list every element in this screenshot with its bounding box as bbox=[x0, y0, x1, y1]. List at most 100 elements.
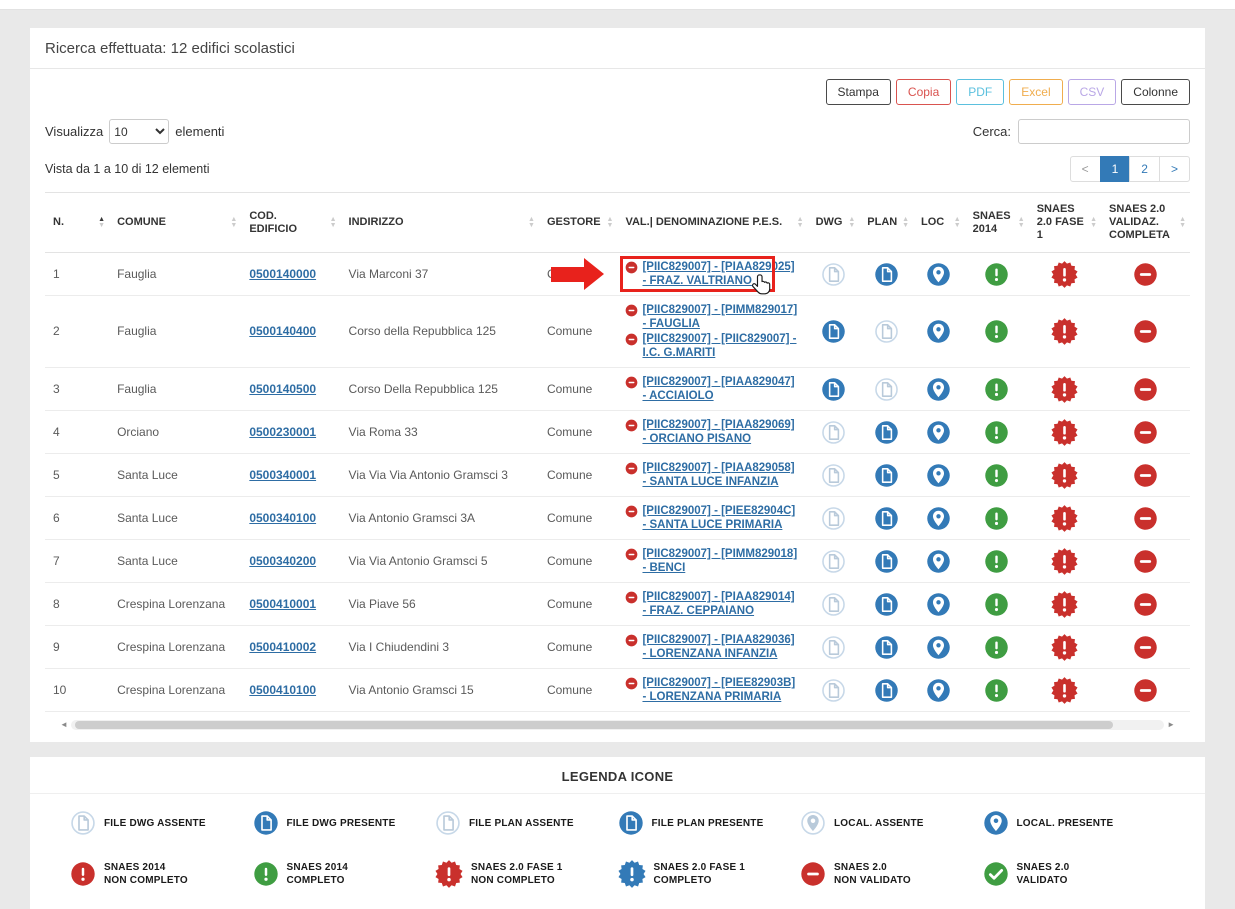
col-header-loc[interactable]: LOC▲▼ bbox=[913, 193, 965, 253]
pes-link[interactable]: [PIIC829007] - [PIEE82904C] - SANTA LUCE… bbox=[642, 504, 799, 532]
plan-file-icon[interactable] bbox=[874, 682, 899, 696]
cell-comune: Crespina Lorenzana bbox=[109, 626, 241, 669]
location-pin-icon[interactable] bbox=[926, 596, 951, 610]
cell-plan bbox=[859, 540, 913, 583]
plan-file-icon[interactable] bbox=[874, 553, 899, 567]
pes-link[interactable]: [PIIC829007] - [PIAA829036] - LORENZANA … bbox=[642, 633, 799, 661]
col-header-n[interactable]: N.▲▼ bbox=[45, 193, 109, 253]
pes-entry: [PIIC829007] - [PIMM829018] - BENCI bbox=[625, 547, 799, 575]
dwg-file-icon[interactable] bbox=[821, 324, 846, 338]
pes-link[interactable]: [PIIC829007] - [PIMM829018] - BENCI bbox=[642, 547, 799, 575]
col-header-snaes-20-fase1[interactable]: SNAES 2.0 FASE 1▲▼ bbox=[1029, 193, 1101, 253]
pes-link[interactable]: [PIIC829007] - [PIIC829007] - I.C. G.MAR… bbox=[642, 332, 799, 360]
cell-snaes-20-fase1 bbox=[1029, 540, 1101, 583]
cell-denominazione: [PIIC829007] - [PIMM829017] - FAUGLIA[PI… bbox=[617, 296, 807, 368]
cell-n: 9 bbox=[45, 626, 109, 669]
cell-n: 7 bbox=[45, 540, 109, 583]
cell-comune: Crespina Lorenzana bbox=[109, 583, 241, 626]
file-present-icon bbox=[618, 810, 644, 836]
cell-snaes-20-validaz bbox=[1101, 497, 1190, 540]
col-header-gestore[interactable]: GESTORE▲▼ bbox=[539, 193, 618, 253]
location-pin-icon[interactable] bbox=[926, 266, 951, 280]
cod-edificio-link[interactable]: 0500140000 bbox=[249, 267, 316, 281]
plan-file-icon[interactable] bbox=[874, 639, 899, 653]
location-pin-icon[interactable] bbox=[926, 424, 951, 438]
col-header-cod-edificio[interactable]: COD. EDIFICIO▲▼ bbox=[241, 193, 340, 253]
not-validated-minus-icon bbox=[625, 634, 638, 647]
cell-n: 8 bbox=[45, 583, 109, 626]
location-pin-icon[interactable] bbox=[926, 324, 951, 338]
cell-snaes-20-validaz bbox=[1101, 626, 1190, 669]
location-pin-icon[interactable] bbox=[926, 381, 951, 395]
cod-edificio-link[interactable]: 0500340100 bbox=[249, 511, 316, 525]
cell-indirizzo: Via Marconi 37 bbox=[341, 253, 539, 296]
col-header-denominazione[interactable]: VAL.| DENOMINAZIONE P.E.S.▲▼ bbox=[617, 193, 807, 253]
pagination-next[interactable]: > bbox=[1159, 156, 1190, 182]
plan-file-icon[interactable] bbox=[874, 467, 899, 481]
sort-icon: ▲▼ bbox=[330, 217, 337, 229]
cod-edificio-link[interactable]: 0500410002 bbox=[249, 640, 316, 654]
location-pin-icon[interactable] bbox=[926, 510, 951, 524]
cod-edificio-link[interactable]: 0500410100 bbox=[249, 683, 316, 697]
pes-link[interactable]: [PIIC829007] - [PIAA829014] - FRAZ. CEPP… bbox=[642, 590, 799, 618]
csv-button[interactable]: CSV bbox=[1068, 79, 1117, 105]
cell-n: 3 bbox=[45, 368, 109, 411]
location-pin-icon[interactable] bbox=[926, 639, 951, 653]
cell-dwg bbox=[808, 626, 860, 669]
location-pin-icon[interactable] bbox=[926, 682, 951, 696]
print-button[interactable]: Stampa bbox=[826, 79, 891, 105]
cell-dwg bbox=[808, 368, 860, 411]
cod-edificio-link[interactable]: 0500340200 bbox=[249, 554, 316, 568]
scrollbar-thumb[interactable] bbox=[75, 721, 1113, 729]
cell-gestore: Comune bbox=[539, 368, 618, 411]
horizontal-scrollbar[interactable]: ◄ ► bbox=[60, 718, 1175, 732]
pagination-page-1[interactable]: 1 bbox=[1100, 156, 1131, 182]
plan-file-icon[interactable] bbox=[874, 510, 899, 524]
excel-button[interactable]: Excel bbox=[1009, 79, 1062, 105]
dwg-file-icon bbox=[821, 596, 846, 610]
page-length-select[interactable]: 10 bbox=[109, 119, 169, 144]
cell-gestore: Comune bbox=[539, 497, 618, 540]
snaes-2014-status-icon bbox=[984, 381, 1009, 395]
scrollbar-track[interactable] bbox=[71, 720, 1164, 730]
pdf-button[interactable]: PDF bbox=[956, 79, 1004, 105]
col-header-indirizzo[interactable]: INDIRIZZO▲▼ bbox=[341, 193, 539, 253]
scroll-right-icon[interactable]: ► bbox=[1167, 721, 1175, 729]
search-input[interactable] bbox=[1018, 119, 1190, 144]
col-header-dwg[interactable]: DWG▲▼ bbox=[808, 193, 860, 253]
dwg-file-icon[interactable] bbox=[821, 381, 846, 395]
cell-snaes-20-fase1 bbox=[1029, 626, 1101, 669]
pes-link[interactable]: [PIIC829007] - [PIMM829017] - FAUGLIA bbox=[642, 303, 799, 331]
not-validated-minus-icon bbox=[625, 591, 638, 604]
col-header-plan[interactable]: PLAN▲▼ bbox=[859, 193, 913, 253]
copy-button[interactable]: Copia bbox=[896, 79, 951, 105]
plan-file-icon[interactable] bbox=[874, 266, 899, 280]
col-header-snaes-2014[interactable]: SNAES 2014▲▼ bbox=[965, 193, 1029, 253]
location-pin-icon[interactable] bbox=[926, 467, 951, 481]
cell-comune: Santa Luce bbox=[109, 454, 241, 497]
cod-edificio-link[interactable]: 0500410001 bbox=[249, 597, 316, 611]
col-header-snaes-20-validaz[interactable]: SNAES 2.0 VALIDAZ. COMPLETA▲▼ bbox=[1101, 193, 1190, 253]
plan-file-icon[interactable] bbox=[874, 424, 899, 438]
plan-file-icon[interactable] bbox=[874, 596, 899, 610]
table-wrap: N.▲▼ COMUNE▲▼ COD. EDIFICIO▲▼ INDIRIZZO▲… bbox=[30, 190, 1205, 732]
pagination-prev[interactable]: < bbox=[1070, 156, 1101, 182]
cod-edificio-link[interactable]: 0500230001 bbox=[249, 425, 316, 439]
cod-edificio-link[interactable]: 0500340001 bbox=[249, 468, 316, 482]
cell-dwg bbox=[808, 497, 860, 540]
pes-link[interactable]: [PIIC829007] - [PIAA829069] - ORCIANO PI… bbox=[642, 418, 799, 446]
cell-gestore: Comune bbox=[539, 296, 618, 368]
pes-entry: [PIIC829007] - [PIAA829036] - LORENZANA … bbox=[625, 633, 799, 661]
cell-plan bbox=[859, 626, 913, 669]
pes-link[interactable]: [PIIC829007] - [PIEE82903B] - LORENZANA … bbox=[642, 676, 799, 704]
pes-link[interactable]: [PIIC829007] - [PIAA829058] - SANTA LUCE… bbox=[642, 461, 799, 489]
pes-link[interactable]: [PIIC829007] - [PIAA829047] - ACCIAIOLO bbox=[642, 375, 799, 403]
cell-indirizzo: Via I Chiudendini 3 bbox=[341, 626, 539, 669]
scroll-left-icon[interactable]: ◄ bbox=[60, 721, 68, 729]
cod-edificio-link[interactable]: 0500140500 bbox=[249, 382, 316, 396]
col-header-comune[interactable]: COMUNE▲▼ bbox=[109, 193, 241, 253]
location-pin-icon[interactable] bbox=[926, 553, 951, 567]
pagination-page-2[interactable]: 2 bbox=[1129, 156, 1160, 182]
cod-edificio-link[interactable]: 0500140400 bbox=[249, 324, 316, 338]
columns-button[interactable]: Colonne bbox=[1121, 79, 1190, 105]
